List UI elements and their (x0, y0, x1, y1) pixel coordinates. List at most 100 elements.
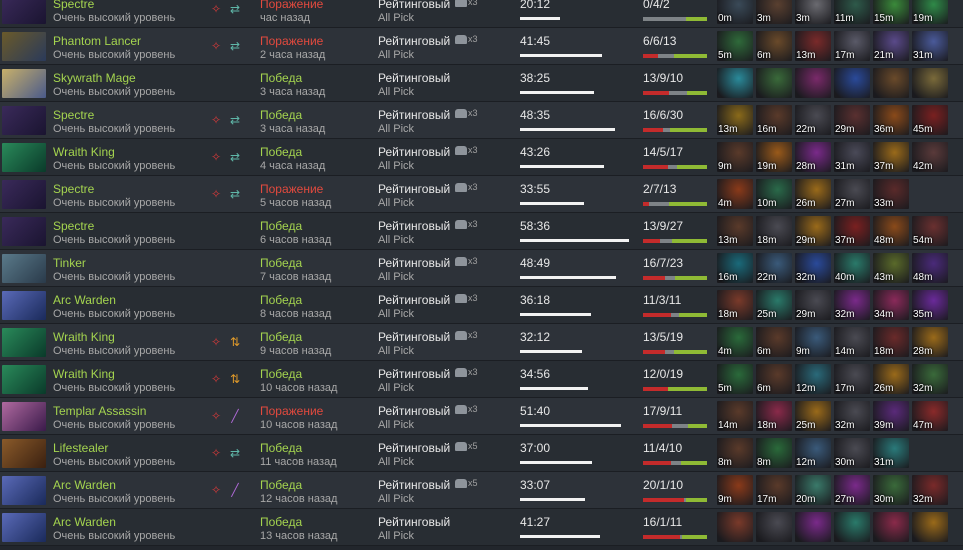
item-icon[interactable]: 32m (912, 364, 948, 394)
item-icon[interactable]: 31m (873, 438, 909, 468)
hero-name-link[interactable]: Phantom Lancer (53, 34, 141, 48)
item-icon[interactable]: 45m (912, 105, 948, 135)
item-icon[interactable] (834, 68, 870, 98)
hero-portrait[interactable] (2, 143, 46, 172)
item-icon[interactable]: 32m (795, 253, 831, 283)
item-icon[interactable]: 18m (717, 290, 753, 320)
hero-name-link[interactable]: Templar Assassin (53, 404, 146, 418)
item-icon[interactable]: 31m (912, 31, 948, 61)
item-icon[interactable]: 13m (795, 31, 831, 61)
item-icon[interactable]: 27m (834, 179, 870, 209)
item-icon[interactable]: 34m (873, 290, 909, 320)
hero-portrait[interactable] (2, 365, 46, 394)
match-result-link[interactable]: Победа (260, 515, 302, 529)
hero-portrait[interactable] (2, 513, 46, 542)
hero-name-link[interactable]: Spectre (53, 108, 94, 122)
match-result-link[interactable]: Победа (260, 256, 302, 270)
item-icon[interactable]: 18m (873, 327, 909, 357)
item-icon[interactable]: 8m (756, 438, 792, 468)
item-icon[interactable]: 20m (795, 475, 831, 505)
match-result-link[interactable]: Победа (260, 145, 302, 159)
item-icon[interactable] (795, 512, 831, 542)
item-icon[interactable] (717, 68, 753, 98)
hero-portrait[interactable] (2, 217, 46, 246)
item-icon[interactable]: 26m (795, 179, 831, 209)
item-icon[interactable]: 29m (795, 216, 831, 246)
item-icon[interactable]: 36m (873, 105, 909, 135)
match-result-link[interactable]: Поражение (260, 0, 323, 11)
match-row[interactable]: Wraith King Очень высокий уровень ✧ ⇅ Победа… (0, 361, 963, 398)
item-icon[interactable]: 32m (834, 290, 870, 320)
match-result-link[interactable]: Победа (260, 219, 302, 233)
item-icon[interactable]: 16m (756, 105, 792, 135)
item-icon[interactable] (717, 512, 753, 542)
match-row[interactable]: Spectre Очень высокий уровень ✧ ⇄ Победа 3 ча… (0, 102, 963, 139)
match-row[interactable]: Skywrath Mage Очень высокий уровень Победа… (0, 65, 963, 102)
item-icon[interactable]: 9m (717, 475, 753, 505)
item-icon[interactable]: 28m (912, 327, 948, 357)
item-icon[interactable]: 10m (756, 179, 792, 209)
hero-name-link[interactable]: Spectre (53, 0, 94, 11)
hero-name-link[interactable]: Tinker (53, 256, 86, 270)
item-icon[interactable]: 13m (717, 216, 753, 246)
match-row[interactable]: Wraith King Очень высокий уровень ✧ ⇄ Победа… (0, 139, 963, 176)
hero-name-link[interactable]: Wraith King (53, 367, 115, 381)
item-icon[interactable]: 5m (717, 364, 753, 394)
hero-portrait[interactable] (2, 69, 46, 98)
item-icon[interactable]: 8m (717, 438, 753, 468)
hero-name-link[interactable]: Arc Warden (53, 515, 116, 529)
item-icon[interactable]: 16m (717, 253, 753, 283)
item-icon[interactable]: 0m (717, 0, 753, 24)
item-icon[interactable]: 33m (873, 179, 909, 209)
match-row[interactable]: Spectre Очень высокий уровень Победа 6 часо… (0, 213, 963, 250)
item-icon[interactable] (756, 512, 792, 542)
item-icon[interactable]: 54m (912, 216, 948, 246)
hero-name-link[interactable]: Arc Warden (53, 293, 116, 307)
item-icon[interactable]: 6m (756, 327, 792, 357)
item-icon[interactable] (873, 68, 909, 98)
item-icon[interactable]: 31m (834, 142, 870, 172)
item-icon[interactable]: 17m (834, 31, 870, 61)
item-icon[interactable]: 22m (795, 105, 831, 135)
match-result-link[interactable]: Поражение (260, 404, 323, 418)
item-icon[interactable]: 12m (795, 438, 831, 468)
item-icon[interactable]: 19m (756, 142, 792, 172)
item-icon[interactable] (912, 512, 948, 542)
item-icon[interactable]: 29m (795, 290, 831, 320)
match-row[interactable]: Wraith King Очень высокий уровень ✧ ⇅ Победа… (0, 324, 963, 361)
item-icon[interactable]: 14m (717, 401, 753, 431)
item-icon[interactable]: 25m (756, 290, 792, 320)
hero-name-link[interactable]: Skywrath Mage (53, 71, 136, 85)
item-icon[interactable]: 6m (756, 31, 792, 61)
item-icon[interactable]: 18m (756, 216, 792, 246)
hero-name-link[interactable]: Arc Warden (53, 478, 116, 492)
hero-name-link[interactable]: Lifestealer (53, 441, 108, 455)
item-icon[interactable]: 4m (717, 327, 753, 357)
hero-name-link[interactable]: Wraith King (53, 330, 115, 344)
hero-name-link[interactable]: Spectre (53, 182, 94, 196)
item-icon[interactable] (834, 512, 870, 542)
item-icon[interactable]: 19m (912, 0, 948, 24)
item-icon[interactable]: 37m (834, 216, 870, 246)
match-result-link[interactable]: Победа (260, 478, 302, 492)
hero-portrait[interactable] (2, 0, 46, 24)
item-icon[interactable]: 40m (834, 253, 870, 283)
match-result-link[interactable]: Победа (260, 330, 302, 344)
match-result-link[interactable]: Победа (260, 71, 302, 85)
hero-portrait[interactable] (2, 180, 46, 209)
item-icon[interactable]: 48m (912, 253, 948, 283)
item-icon[interactable]: 3m (756, 0, 792, 24)
match-row[interactable]: Arc Warden Очень высокий уровень ✧ ╱ Победа 1… (0, 472, 963, 509)
item-icon[interactable]: 25m (795, 401, 831, 431)
item-icon[interactable]: 32m (912, 475, 948, 505)
item-icon[interactable]: 9m (717, 142, 753, 172)
item-icon[interactable]: 5m (717, 31, 753, 61)
item-icon[interactable]: 37m (873, 142, 909, 172)
hero-portrait[interactable] (2, 439, 46, 468)
item-icon[interactable]: 15m (873, 0, 909, 24)
item-icon[interactable]: 11m (834, 0, 870, 24)
hero-name-link[interactable]: Spectre (53, 219, 94, 233)
item-icon[interactable]: 39m (873, 401, 909, 431)
item-icon[interactable]: 21m (873, 31, 909, 61)
item-icon[interactable]: 17m (756, 475, 792, 505)
